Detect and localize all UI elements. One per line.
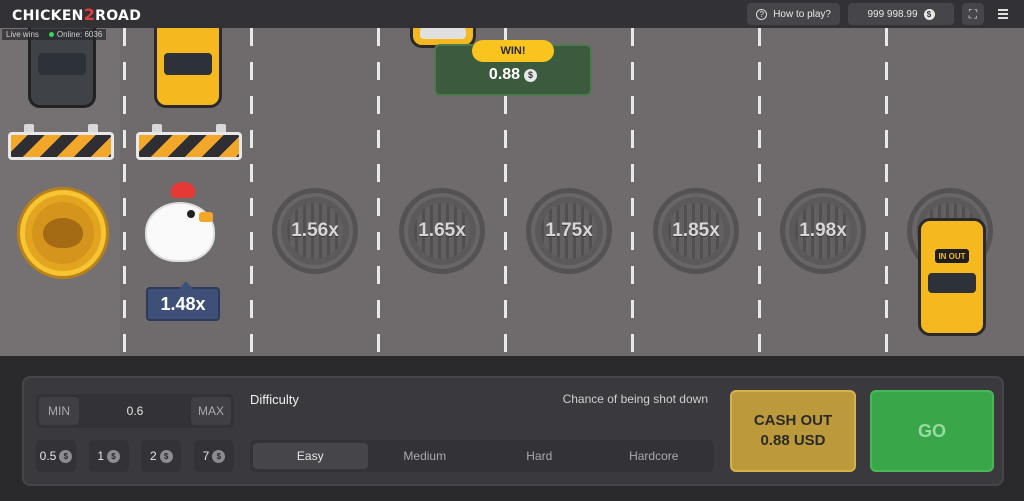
win-label: WIN!: [472, 40, 554, 62]
difficulty-label: Difficulty: [250, 392, 299, 407]
quick-bet-button[interactable]: 1 $: [88, 440, 129, 472]
roast-chicken-icon: [43, 218, 83, 248]
logo-text-left: CHICKEN: [12, 7, 84, 24]
chance-label: Chance of being shot down: [562, 392, 708, 406]
quick-bet-button[interactable]: 2 $: [141, 440, 182, 472]
menu-icon: [998, 9, 1008, 11]
logo-text-right: ROAD: [95, 7, 142, 24]
lane-divider: [250, 28, 253, 356]
help-icon: ?: [756, 8, 768, 20]
taxi-car: IN OUT: [918, 218, 986, 336]
cash-out-button[interactable]: CASH OUT 0.88 USD: [730, 390, 856, 472]
currency-icon: $: [59, 449, 73, 463]
win-amount: 0.88 $: [489, 66, 538, 84]
min-bet-button[interactable]: MIN: [39, 397, 79, 425]
cash-out-amount: 0.88 USD: [760, 432, 826, 449]
chicken-player: [141, 182, 221, 270]
current-multiplier-tag: 1.48x: [146, 281, 220, 321]
bet-amount-control: MIN 0.6 MAX: [36, 394, 234, 428]
lane-divider: [758, 28, 761, 356]
live-wins-label[interactable]: Live wins: [6, 30, 39, 39]
lane-divider: [123, 28, 126, 356]
currency-icon: $: [107, 449, 120, 463]
difficulty-tab-medium[interactable]: Medium: [368, 443, 483, 469]
lane-multiplier: 1.65x: [418, 220, 466, 241]
bet-amount-input[interactable]: 0.6: [127, 404, 144, 418]
lane-divider: [377, 28, 380, 356]
top-bar: CHICKEN2ROAD ? How to play? 999 998.99 $…: [0, 0, 1024, 28]
quick-bet-button[interactable]: 7 $: [193, 440, 234, 472]
live-bar: Live wins Online: 6036: [2, 29, 107, 40]
currency-icon: $: [159, 449, 173, 463]
road-barrier: [8, 124, 114, 164]
lane-multiplier: 1.98x: [799, 220, 847, 241]
how-to-play-label: How to play?: [773, 8, 831, 20]
lane-multiplier: 1.85x: [672, 220, 720, 241]
road-barrier: [136, 124, 242, 164]
currency-icon: $: [524, 68, 538, 82]
quick-bet-row: 0.5 $ 1 $ 2 $ 7 $: [36, 440, 234, 474]
difficulty-tab-hard[interactable]: Hard: [482, 443, 597, 469]
online-dot-icon: [48, 32, 54, 38]
cash-out-label: CASH OUT: [753, 412, 833, 429]
lane-manhole-1[interactable]: 1.56x: [272, 188, 358, 274]
menu-button[interactable]: [992, 3, 1014, 25]
game-root: CHICKEN2ROAD ? How to play? 999 998.99 $…: [0, 0, 1024, 501]
how-to-play-button[interactable]: ? How to play?: [747, 3, 840, 25]
lane-manhole-3[interactable]: 1.75x: [526, 188, 612, 274]
fullscreen-icon: ⛶: [968, 6, 978, 21]
top-right-controls: ? How to play? 999 998.99 $ ⛶: [747, 3, 1014, 25]
lane-multiplier: 1.56x: [291, 220, 339, 241]
currency-icon: $: [212, 449, 226, 463]
online-count: Online: 6036: [48, 30, 102, 39]
currency-icon: $: [923, 8, 935, 20]
balance-value: 999 998.99: [867, 8, 918, 20]
lane-manhole-2[interactable]: 1.65x: [399, 188, 485, 274]
lane-divider: [885, 28, 888, 356]
difficulty-tab-hardcore[interactable]: Hardcore: [597, 443, 712, 469]
fullscreen-button[interactable]: ⛶: [962, 3, 984, 25]
lane-manhole-5[interactable]: 1.98x: [780, 188, 866, 274]
lane-divider: [631, 28, 634, 356]
logo-text-mid: 2: [83, 4, 96, 24]
lane-multiplier: 1.75x: [545, 220, 593, 241]
lane-manhole-4[interactable]: 1.85x: [653, 188, 739, 274]
max-bet-button[interactable]: MAX: [191, 397, 231, 425]
game-logo: CHICKEN2ROAD: [12, 5, 141, 24]
quick-bet-button[interactable]: 0.5 $: [36, 440, 76, 472]
difficulty-tab-easy[interactable]: Easy: [253, 443, 368, 469]
difficulty-tabs: Easy Medium Hard Hardcore: [250, 440, 714, 472]
taxi-sign: IN OUT: [935, 249, 969, 263]
control-panel: MIN 0.6 MAX 0.5 $ 1 $ 2 $ 7 $ Difficulty Cha…: [22, 376, 1004, 486]
balance-display: 999 998.99 $: [848, 3, 954, 25]
start-coin-icon: [20, 190, 106, 276]
go-button[interactable]: GO: [870, 390, 994, 472]
